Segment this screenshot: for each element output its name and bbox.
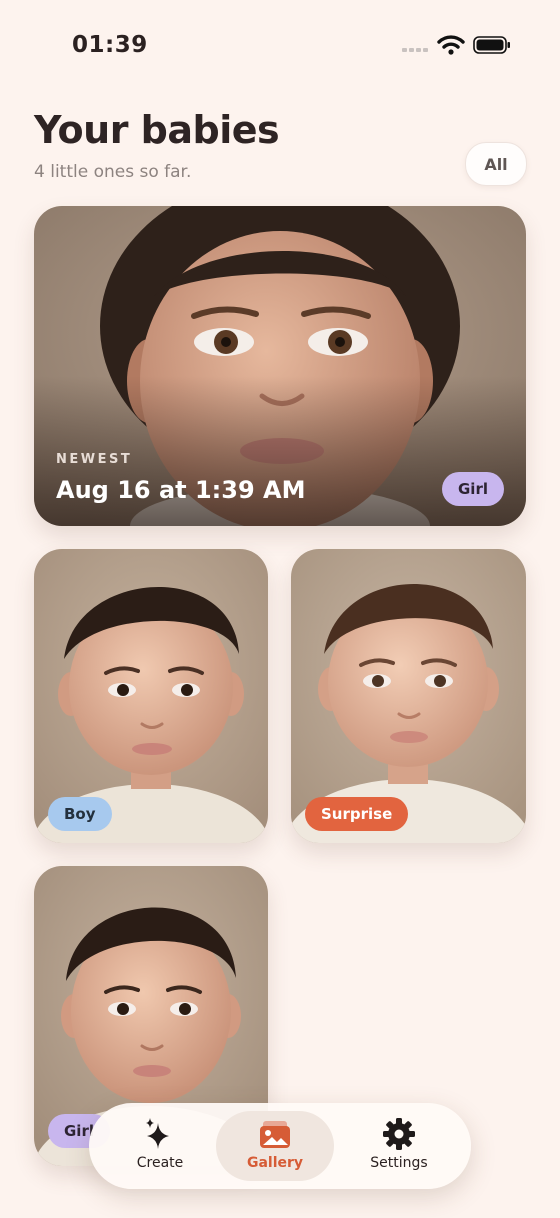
battery-icon (473, 36, 510, 54)
tab-label: Gallery (246, 1155, 304, 1171)
status-time: 01:39 (72, 32, 148, 58)
gender-tag-girl: Girl (442, 472, 504, 506)
baby-card[interactable]: Surprise (291, 549, 526, 843)
newest-label: NEWEST (56, 452, 133, 467)
gallery-icon (260, 1121, 290, 1148)
tab-create[interactable]: Create (101, 1111, 219, 1181)
tab-gallery[interactable]: Gallery (216, 1111, 334, 1181)
cellular-signal-icon (402, 48, 428, 53)
page-title: Your babies (34, 108, 280, 152)
page-subtitle: 4 little ones so far. (34, 162, 192, 182)
tab-settings[interactable]: Settings (340, 1111, 458, 1181)
sparkles-icon (146, 1118, 169, 1149)
bottom-tab-bar: Create Gallery Settings (89, 1103, 471, 1189)
wifi-icon (437, 35, 465, 55)
created-date: Aug 16 at 1:39 AM (56, 476, 306, 504)
gender-tag-boy: Boy (48, 797, 112, 831)
gender-tag-surprise: Surprise (305, 797, 409, 831)
baby-card-newest[interactable]: NEWEST Aug 16 at 1:39 AM Girl (34, 206, 526, 526)
tab-label: Settings (370, 1155, 428, 1171)
tab-label: Create (136, 1155, 184, 1171)
filter-all-button[interactable]: All (465, 142, 527, 186)
baby-card[interactable]: Boy (34, 549, 268, 843)
gear-icon (383, 1118, 415, 1150)
